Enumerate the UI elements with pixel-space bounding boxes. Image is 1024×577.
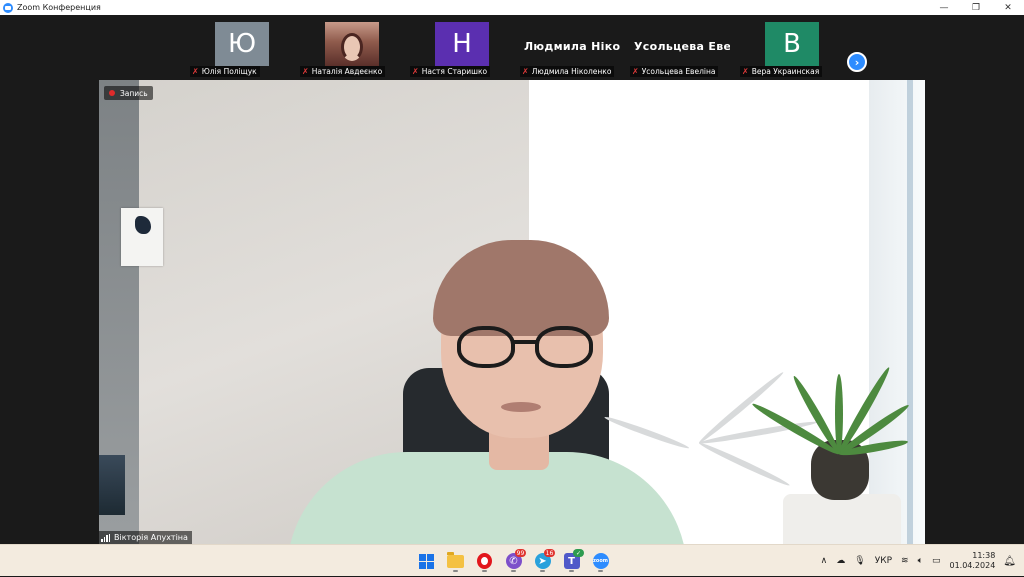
participant-tile[interactable]: Усольцева Еве... ✗Усольцева Евеліна [628,18,736,80]
participant-name-label: ✗ Юлія Поліщук [190,66,260,77]
participant-display-name: Усольцева Еве... [634,40,730,53]
participant-strip: Ю ✗ Юлія Поліщук ✗ Наталія Авдеєнко Н ✗ Нас… [188,18,918,80]
video-person-mouth [501,402,541,412]
onedrive-cloud-icon[interactable]: ☁ [836,556,845,566]
participant-avatar: Ю [215,22,269,66]
participant-tile[interactable]: ✗ Наталія Авдеєнко [298,18,406,80]
participant-avatar: Н [435,22,489,66]
participant-tile[interactable]: Н ✗ Настя Старишко [408,18,516,80]
notifications-bell-icon[interactable]: 🔔︎ [1003,556,1016,567]
zoom-app-icon [3,2,13,13]
folder-icon [447,551,464,568]
microphone-icon[interactable]: 🎙︎ [854,556,865,566]
clock-time: 11:38 [972,551,996,560]
window-titlebar: Zoom Конференция — ❐ ✕ [0,0,1024,15]
mic-muted-icon: ✗ [522,67,529,76]
participant-photo-avatar [325,22,379,66]
participant-display-name: Людмила Ніко... [524,40,620,53]
system-tray: ∧ ☁ 🎙︎ УКР ≋ 🔈︎ ▭ 11:38 01.04.2024 🔔︎ [821,545,1024,577]
windows-taskbar: ✆ 99 ➤ 16 T ✓ zoom ∧ ☁ 🎙︎ УКР ≋ 🔈︎ ▭ 11:… [0,544,1024,576]
participant-name-label: ✗ Усольцева Евеліна [630,66,719,77]
battery-icon[interactable]: ▭ [932,556,941,566]
wifi-icon[interactable]: ≋ [901,556,909,566]
restore-button[interactable]: ❐ [960,0,992,15]
notification-badge: 16 [544,549,555,557]
recording-label: Запись [120,88,148,98]
taskbar-file-explorer[interactable] [441,549,470,573]
taskbar-viber[interactable]: ✆ 99 [499,549,528,573]
taskbar-opera[interactable] [470,549,499,573]
mic-muted-icon: ✗ [302,67,309,76]
mic-muted-icon: ✗ [412,67,419,76]
participant-name-label: ✗ Людмила Ніколенко [520,66,615,77]
taskbar-apps: ✆ 99 ➤ 16 T ✓ zoom [412,549,615,573]
video-window-frame [869,80,925,544]
mic-muted-icon: ✗ [742,67,749,76]
participant-tile[interactable]: Ю ✗ Юлія Поліщук [188,18,296,80]
recording-dot-icon [109,90,115,96]
opera-icon [477,553,492,569]
clock-date: 01.04.2024 [949,561,996,570]
meeting-stage: Ю ✗ Юлія Поліщук ✗ Наталія Авдеєнко Н ✗ Нас… [0,15,1024,544]
taskbar-zoom[interactable]: zoom [586,549,615,573]
taskbar-telegram[interactable]: ➤ 16 [528,549,557,573]
participant-tile[interactable]: Людмила Ніко... ✗Людмила Ніколенко [518,18,626,80]
window-controls: — ❐ ✕ [928,0,1024,15]
recording-indicator[interactable]: Запись [104,86,153,100]
mic-muted-icon: ✗ [632,67,639,76]
video-wall-picture [121,208,163,266]
participant-name-label: ✗ Настя Старишко [410,66,491,77]
video-window-frame-line [907,80,913,544]
participant-tile[interactable]: В ✗ Вера Украинская [738,18,846,80]
tray-overflow-chevron-icon[interactable]: ∧ [821,556,828,566]
active-speaker-video [99,80,925,544]
notification-badge: 99 [515,549,526,557]
signal-strength-icon [101,533,111,542]
start-button[interactable] [412,549,441,573]
volume-icon[interactable]: 🔈︎ [918,556,923,566]
close-button[interactable]: ✕ [992,0,1024,15]
speaker-name-label: Вікторія Апухтіна [99,531,192,544]
language-indicator[interactable]: УКР [875,556,892,566]
video-photo-frame [99,455,125,515]
status-badge: ✓ [573,549,584,557]
participant-name-label: ✗ Вера Украинская [740,66,823,77]
mic-muted-icon: ✗ [192,67,199,76]
video-plant-pot [783,494,901,544]
zoom-icon: zoom [592,553,609,569]
participant-name-label: ✗ Наталія Авдеєнко [300,66,386,77]
video-person-glasses [455,326,595,370]
speaker-name: Вікторія Апухтіна [114,533,188,542]
participant-avatar: В [765,22,819,66]
taskbar-teams[interactable]: T ✓ [557,549,586,573]
next-page-arrow-icon[interactable]: › [847,52,867,72]
window-title: Zoom Конференция [17,3,101,12]
windows-logo-icon [419,553,434,569]
minimize-button[interactable]: — [928,0,960,15]
clock[interactable]: 11:38 01.04.2024 [949,551,995,571]
